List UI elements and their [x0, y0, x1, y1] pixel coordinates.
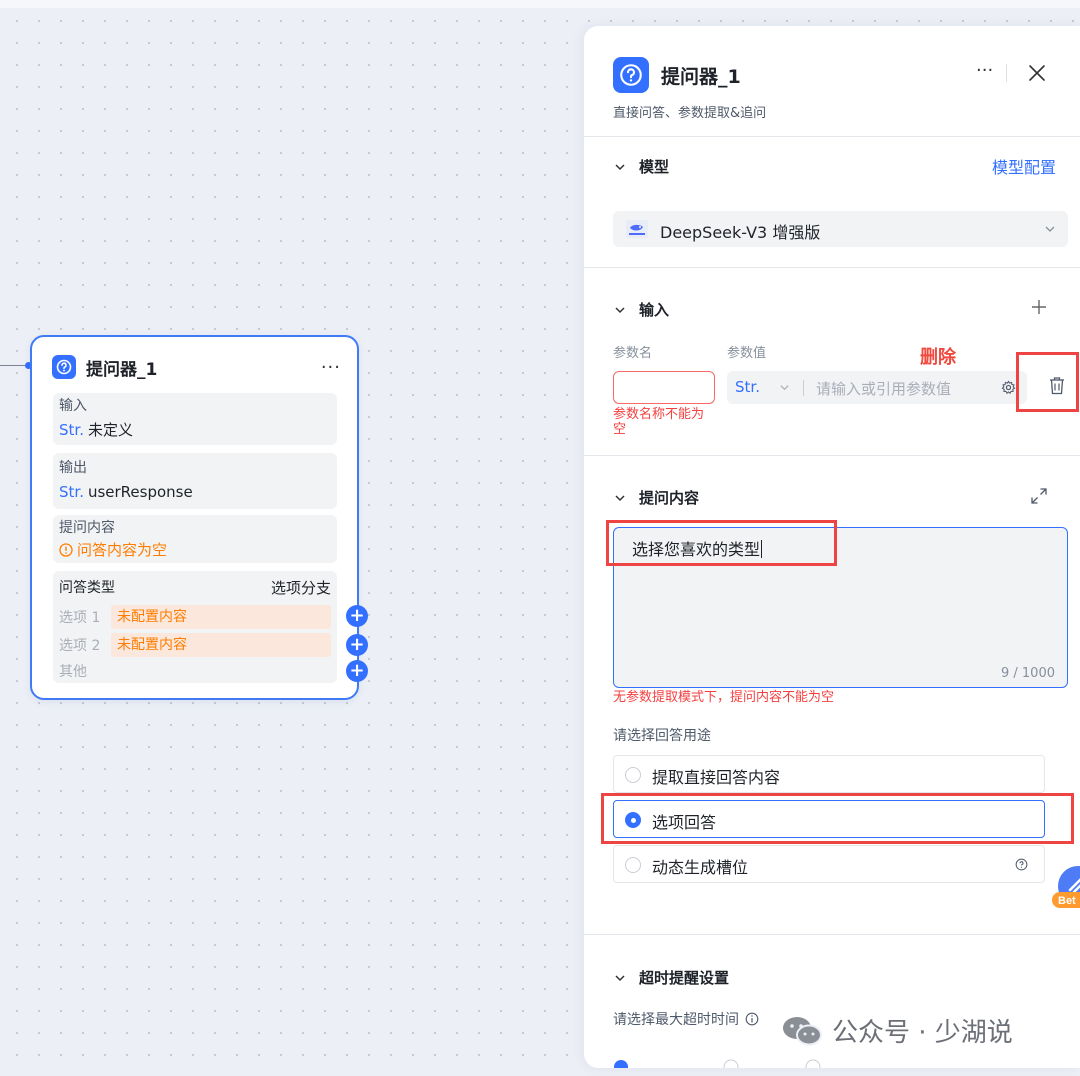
- delete-annotation: 删除: [920, 347, 956, 368]
- panel-title[interactable]: 提问器_1: [661, 62, 741, 89]
- answer-use-option-dynamic-slot[interactable]: 动态生成槽位: [613, 845, 1045, 883]
- node-more-icon[interactable]: ···: [321, 357, 341, 378]
- top-strip: [0, 0, 1080, 8]
- warning-icon: [59, 542, 73, 557]
- model-section-title: 模型: [639, 158, 670, 176]
- timeout-label-text: 请选择最大超时时间: [613, 1012, 739, 1028]
- chevron-down-icon: [615, 306, 625, 313]
- timeout-label: 请选择最大超时时间: [613, 1009, 759, 1029]
- node-header: 提问器_1 ···: [52, 355, 341, 380]
- option-1-label: 选项 1: [59, 610, 101, 626]
- option-text: 动态生成槽位: [652, 858, 749, 877]
- option-text: 提取直接回答内容: [652, 768, 781, 787]
- param-value-field[interactable]: Str. 请输入或引用参数值: [727, 371, 1027, 404]
- node-input-value: Str. 未定义: [59, 419, 133, 440]
- other-option-label: 其他: [59, 664, 87, 680]
- watermark: 公众号 · 少湖说: [780, 1012, 1013, 1049]
- node-answer-type-section: 问答类型 选项分支 选项 1 未配置内容 选项 2 未配置内容 其他: [53, 571, 337, 683]
- input-section-toggle[interactable]: 输入: [613, 299, 669, 320]
- model-config-link[interactable]: 模型配置: [992, 154, 1056, 178]
- choice-highlight-box: [601, 793, 1074, 844]
- add-param-icon[interactable]: [1030, 298, 1048, 316]
- close-icon[interactable]: [1025, 61, 1049, 85]
- delete-highlight-box: [1016, 352, 1079, 412]
- question-section-toggle[interactable]: 提问内容: [613, 487, 699, 508]
- chevron-down-icon: [615, 494, 625, 501]
- option-1-add-port[interactable]: +: [346, 605, 368, 627]
- node-input-section: 输入 Str. 未定义: [53, 393, 337, 445]
- param-type-select[interactable]: Str.: [735, 378, 760, 396]
- type-tag: Str.: [59, 483, 84, 501]
- question-highlight-box: [606, 520, 837, 566]
- divider: [584, 934, 1080, 935]
- beta-assistant-icon[interactable]: Bet: [1052, 864, 1080, 912]
- answer-use-option-extract[interactable]: 提取直接回答内容: [613, 755, 1045, 793]
- timeout-section-toggle[interactable]: 超时提醒设置: [613, 967, 729, 988]
- model-section-toggle[interactable]: 模型: [613, 156, 669, 177]
- divider: [584, 267, 1080, 268]
- panel-subtitle: 直接问答、参数提取&追问: [613, 106, 767, 121]
- node-output-label: 输出: [59, 460, 87, 476]
- timeout-radio-row[interactable]: [613, 1057, 853, 1068]
- node-question-label: 提问内容: [59, 520, 115, 536]
- help-icon[interactable]: [1015, 858, 1028, 871]
- radio-unchecked[interactable]: [625, 767, 641, 783]
- node-question-warning-text: 问答内容为空: [77, 541, 168, 559]
- panel-more-icon[interactable]: ···: [976, 60, 993, 81]
- question-section-title: 提问内容: [639, 489, 700, 507]
- divider: [584, 455, 1080, 456]
- node-output-text: userResponse: [87, 483, 193, 501]
- chevron-down-icon: [1045, 226, 1055, 232]
- node-config-panel: 提问器_1 直接问答、参数提取&追问 ··· 模型 模型配置 DeepSeek-…: [584, 26, 1080, 1068]
- node-output-value: Str. userResponse: [59, 483, 193, 501]
- node-question-warning: 问答内容为空: [59, 539, 167, 560]
- header-divider: [1006, 64, 1007, 82]
- info-icon[interactable]: [745, 1012, 759, 1026]
- node-input-label: 输入: [59, 398, 87, 414]
- answer-use-label: 请选择回答用途: [613, 728, 711, 744]
- node-input-text: 未定义: [87, 421, 133, 439]
- node-answer-type-value: 选项分支: [270, 579, 331, 597]
- node-output-section: 输出 Str. userResponse: [53, 453, 337, 509]
- option-2-content[interactable]: 未配置内容: [111, 633, 331, 657]
- svg-text:Bet: Bet: [1058, 895, 1076, 907]
- wechat-icon: [783, 1016, 822, 1045]
- param-name-column-label: 参数名: [613, 346, 653, 361]
- timeout-section-title: 超时提醒设置: [639, 969, 730, 987]
- node-question-section: 提问内容 问答内容为空: [53, 515, 337, 563]
- param-value-column-label: 参数值: [727, 346, 767, 361]
- questioner-node[interactable]: 提问器_1 ··· 输入 Str. 未定义 输出 Str. userResponse…: [30, 335, 368, 700]
- divider: [584, 136, 1080, 137]
- model-select[interactable]: DeepSeek-V3 增强版: [613, 211, 1068, 247]
- type-tag: Str.: [59, 421, 84, 439]
- input-section-title: 输入: [639, 301, 670, 319]
- question-error: 无参数提取模式下，提问内容不能为空: [613, 690, 835, 705]
- question-icon: [613, 57, 649, 93]
- param-name-error-line2: 空: [613, 422, 627, 437]
- option-2-add-port[interactable]: +: [346, 634, 368, 656]
- option-2-label: 选项 2: [59, 638, 101, 654]
- other-add-port[interactable]: +: [346, 660, 368, 682]
- model-name: DeepSeek-V3 增强版: [660, 223, 821, 242]
- param-name-error-line1: 参数名称不能为: [613, 407, 705, 422]
- param-name-input[interactable]: [613, 371, 715, 404]
- chevron-down-icon: [615, 163, 625, 170]
- param-value-placeholder[interactable]: 请输入或引用参数值: [816, 378, 951, 399]
- option-1-content[interactable]: 未配置内容: [111, 605, 331, 629]
- timeout-options: [613, 1054, 853, 1068]
- question-icon: [52, 355, 76, 379]
- deepseek-logo-icon: [626, 220, 648, 238]
- field-divider: [803, 380, 804, 396]
- char-count: 9 / 1000: [1001, 666, 1055, 681]
- expand-icon[interactable]: [1030, 487, 1048, 505]
- node-answer-type-label: 问答类型: [59, 580, 115, 596]
- watermark-text: 公众号 · 少湖说: [832, 1018, 1013, 1048]
- chevron-down-icon: [780, 385, 789, 391]
- node-title: 提问器_1: [86, 359, 158, 380]
- gear-icon[interactable]: [1001, 380, 1016, 395]
- chevron-down-icon: [615, 974, 625, 981]
- radio-unchecked[interactable]: [625, 857, 641, 873]
